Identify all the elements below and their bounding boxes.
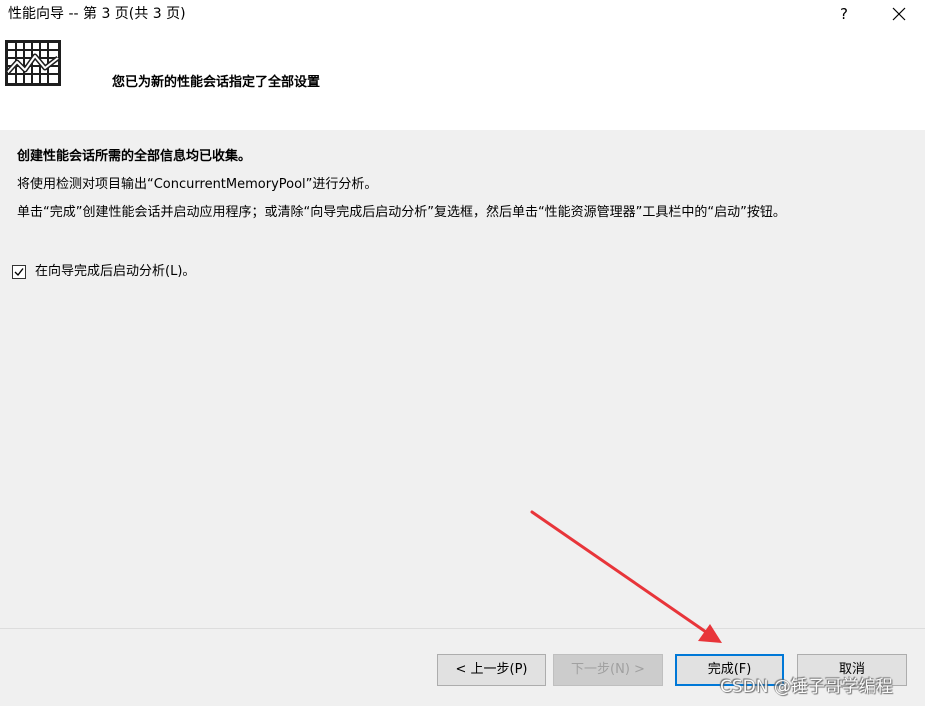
- close-icon: [892, 7, 906, 21]
- launch-profiling-label: 在向导完成后启动分析(L)。: [35, 264, 196, 279]
- project-output-text: 将使用检测对项目输出“ConcurrentMemoryPool”进行分析。: [17, 177, 378, 192]
- launch-profiling-checkbox[interactable]: [12, 265, 26, 279]
- watermark: CSDN @锤子哥学编程: [720, 677, 893, 697]
- performance-chart-icon: [5, 40, 61, 86]
- summary-text: 创建性能会话所需的全部信息均已收集。: [17, 149, 252, 164]
- close-button[interactable]: [884, 2, 914, 26]
- title-bar: 性能向导 -- 第 3 页(共 3 页) ?: [0, 0, 925, 30]
- wizard-header: 您已为新的性能会话指定了全部设置: [0, 30, 925, 130]
- wizard-heading: 您已为新的性能会话指定了全部设置: [112, 75, 321, 90]
- window-title: 性能向导 -- 第 3 页(共 3 页): [8, 6, 186, 22]
- help-button[interactable]: ?: [830, 2, 858, 26]
- launch-profiling-option[interactable]: 在向导完成后启动分析(L)。: [12, 262, 195, 282]
- next-button[interactable]: 下一步(N) >: [553, 654, 663, 686]
- wizard-content: 创建性能会话所需的全部信息均已收集。 将使用检测对项目输出“Concurrent…: [0, 130, 925, 628]
- instructions-text: 单击“完成”创建性能会话并启动应用程序；或清除“向导完成后启动分析”复选框，然后…: [17, 205, 786, 220]
- previous-button[interactable]: < 上一步(P): [437, 654, 546, 686]
- checkmark-icon: [14, 268, 24, 277]
